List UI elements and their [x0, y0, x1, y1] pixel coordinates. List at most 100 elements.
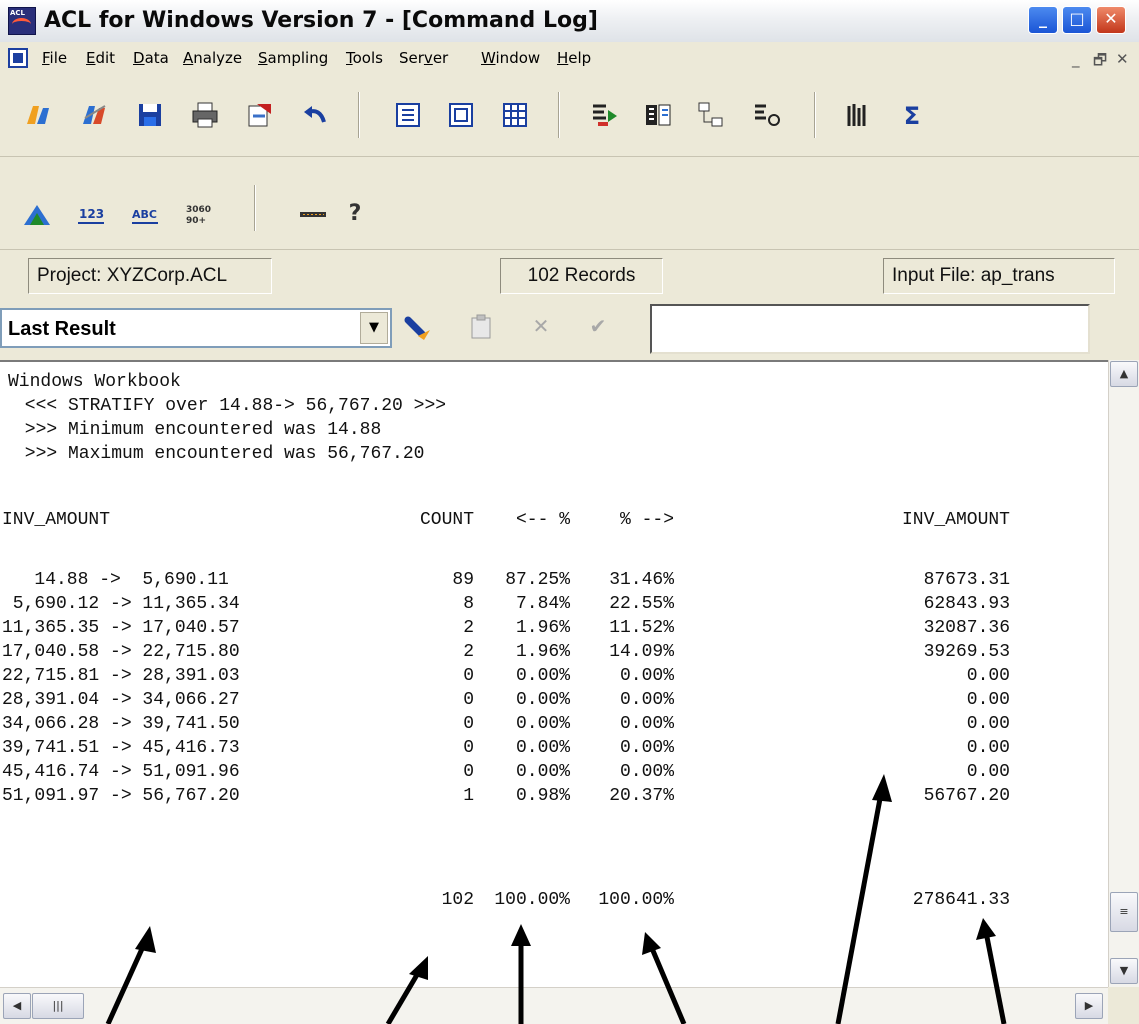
mdi-close-icon[interactable]: ✕	[1116, 50, 1129, 68]
title-bar[interactable]: ACL ACL for Windows Version 7 - [Command…	[0, 0, 1139, 43]
mdi-minimize-icon[interactable]: _	[1072, 50, 1080, 68]
scroll-up-icon[interactable]: ▲	[1110, 361, 1138, 387]
acl-app-icon[interactable]: ACL	[8, 7, 36, 35]
chevron-down-icon[interactable]: ▼	[360, 312, 388, 344]
undo-icon[interactable]	[300, 100, 330, 130]
menu-item-3[interactable]: Analyze	[183, 49, 242, 67]
row-range: 28,391.04 -> 34,066.27	[2, 690, 240, 710]
join-icon[interactable]	[696, 100, 726, 130]
sort-icon[interactable]	[643, 100, 673, 130]
row-count: 0	[463, 714, 474, 734]
menu-item-2[interactable]: Data	[133, 49, 169, 67]
menu-item-5[interactable]: Tools	[346, 49, 383, 67]
col-header-amount: INV_AMOUNT	[901, 510, 1010, 530]
paste-icon[interactable]	[466, 312, 496, 342]
grid-icon[interactable]	[500, 100, 530, 130]
main-toolbar: Σ	[0, 76, 1139, 157]
row-pct-amount: 11.52%	[609, 618, 674, 638]
maximize-icon: □	[1069, 9, 1085, 28]
command-input[interactable]	[650, 304, 1090, 354]
menu-item-6[interactable]: Server	[399, 49, 448, 67]
total-icon[interactable]: Σ	[897, 100, 927, 130]
check-icon[interactable]: ✔	[583, 312, 613, 342]
result-selector-row: Last Result ▼ ✕ ✔	[0, 300, 1139, 358]
command-log: Windows Workbook <<< STRATIFY over 14.88…	[0, 360, 1108, 987]
print-icon[interactable]	[190, 100, 220, 130]
scroll-down-icon[interactable]: ▼	[1110, 958, 1138, 984]
row-pct-count: 0.00%	[515, 666, 570, 686]
row-pct-amount: 14.09%	[609, 642, 674, 662]
row-count: 89	[452, 570, 474, 590]
scroll-thumb[interactable]: ≡	[1110, 892, 1138, 932]
clear-icon[interactable]: ✕	[526, 312, 556, 342]
horizontal-scrollbar[interactable]: ◀ ||| ▶	[0, 987, 1108, 1024]
horizontal-scroll-thumb[interactable]: |||	[32, 993, 84, 1019]
project-status: Project: XYZCorp.ACL	[28, 258, 272, 294]
records-status: 102 Records	[500, 258, 663, 294]
scroll-right-icon[interactable]: ▶	[1075, 993, 1103, 1019]
row-range: 14.88 -> 5,690.11	[2, 570, 229, 590]
age-icon[interactable]: 3060 90+	[184, 199, 214, 229]
col-header-count: COUNT	[419, 510, 474, 530]
row-range: 22,715.81 -> 28,391.03	[2, 666, 240, 686]
input-file-status: Input File: ap_trans	[883, 258, 1115, 294]
minimize-button[interactable]: _	[1028, 6, 1058, 34]
col-header-range: INV_AMOUNT	[2, 510, 111, 530]
save-icon[interactable]	[135, 100, 165, 130]
vertical-scrollbar[interactable]: ▲ ≡ ▼	[1108, 360, 1139, 987]
table-layout-icon[interactable]	[393, 100, 423, 130]
close-button[interactable]: ✕	[1096, 6, 1126, 34]
row-pct-count: 1.96%	[515, 642, 570, 662]
row-pct-count: 0.00%	[515, 738, 570, 758]
row-count: 0	[463, 762, 474, 782]
row-amount: 32087.36	[923, 618, 1010, 638]
maximize-button[interactable]: □	[1062, 6, 1092, 34]
menu-item-0[interactable]: File	[42, 49, 67, 67]
row-amount: 0.00	[966, 762, 1010, 782]
row-pct-count: 0.00%	[515, 690, 570, 710]
close-icon: ✕	[1104, 9, 1118, 28]
document-icon[interactable]	[8, 48, 28, 68]
histogram-icon[interactable]	[22, 199, 52, 229]
row-count: 8	[463, 594, 474, 614]
col-header-pct-amount: % -->	[619, 510, 674, 530]
total-amount: 278641.33	[912, 890, 1010, 910]
menu-item-1[interactable]: Edit	[86, 49, 115, 67]
open-project-icon[interactable]	[23, 100, 53, 130]
run-command-icon[interactable]	[404, 312, 434, 342]
menu-bar: File Edit Data Analyze Sampling Tools Server Wi…	[0, 42, 1139, 77]
minimum-note: >>> Minimum encountered was 14.88	[14, 420, 382, 440]
row-pct-count: 0.98%	[515, 786, 570, 806]
numeric-format-icon[interactable]: 123	[76, 199, 106, 229]
menu-item-8[interactable]: Help	[557, 49, 591, 67]
close-project-icon[interactable]	[79, 100, 109, 130]
stratify-icon[interactable]	[843, 100, 873, 130]
row-range: 11,365.35 -> 17,040.57	[2, 618, 240, 638]
extract-icon[interactable]	[590, 100, 620, 130]
total-count: 102	[441, 890, 474, 910]
text-format-icon[interactable]: ABC	[130, 199, 160, 229]
row-count: 0	[463, 738, 474, 758]
menu-item-7[interactable]: Window	[481, 49, 540, 67]
row-range: 5,690.12 -> 11,365.34	[2, 594, 240, 614]
separator-line-icon[interactable]	[298, 199, 328, 229]
svg-text:90+: 90+	[186, 216, 206, 226]
menu-item-4[interactable]: Sampling	[258, 49, 328, 67]
row-amount: 0.00	[966, 714, 1010, 734]
row-pct-amount: 0.00%	[619, 738, 674, 758]
row-pct-amount: 20.37%	[609, 786, 674, 806]
help-icon[interactable]: ?	[340, 199, 370, 229]
row-count: 2	[463, 642, 474, 662]
mdi-restore-icon[interactable]: 🗗	[1093, 50, 1107, 75]
row-pct-amount: 0.00%	[619, 762, 674, 782]
row-amount: 0.00	[966, 738, 1010, 758]
result-dropdown[interactable]: Last Result ▼	[0, 308, 392, 348]
view-icon[interactable]	[446, 100, 476, 130]
row-amount: 87673.31	[923, 570, 1010, 590]
merge-icon[interactable]	[752, 100, 782, 130]
export-icon[interactable]	[245, 100, 275, 130]
row-count: 2	[463, 618, 474, 638]
scroll-left-icon[interactable]: ◀	[3, 993, 31, 1019]
row-pct-amount: 0.00%	[619, 714, 674, 734]
row-pct-count: 0.00%	[515, 714, 570, 734]
